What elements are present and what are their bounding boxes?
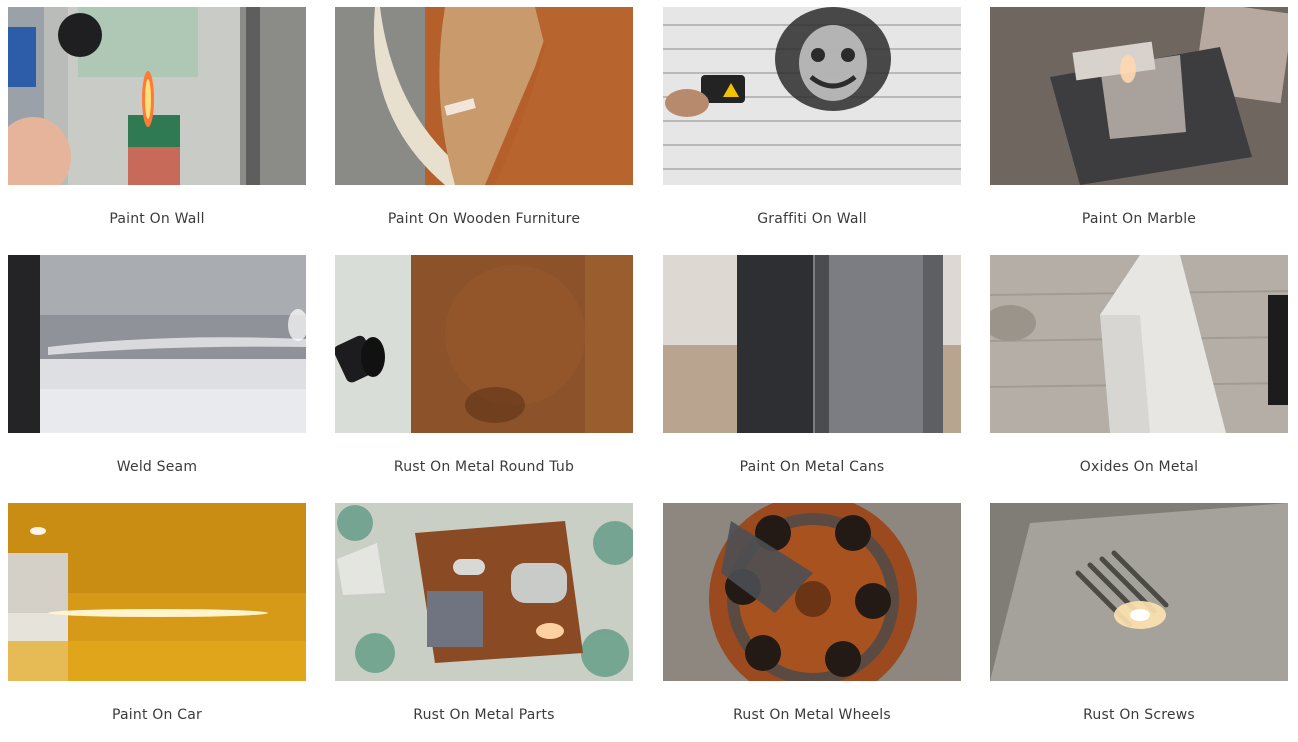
gallery-caption: Rust On Metal Round Tub [393,459,575,475]
gallery-image-graffiti-on-wall[interactable] [663,7,961,185]
laser-cleaning-gallery: Paint On Wall Paint On Wooden Furniture [0,0,1298,742]
gallery-image-weld-seam[interactable] [8,255,306,433]
gallery-image-rust-on-metal-round-tub[interactable] [335,255,633,433]
gallery-caption: Paint On Car [112,707,202,723]
gallery-caption: Graffiti On Wall [757,211,867,227]
gallery-caption: Rust On Metal Parts [413,707,555,723]
gallery-image-rust-on-metal-wheels[interactable] [663,503,961,681]
gallery-caption: Weld Seam [116,459,198,475]
gallery-image-rust-on-metal-parts[interactable] [335,503,633,681]
gallery-image-paint-on-car[interactable] [8,503,306,681]
gallery-image-oxides-on-metal[interactable] [990,255,1288,433]
gallery-caption: Rust On Screws [1083,707,1195,723]
gallery-image-paint-on-wall[interactable] [8,7,306,185]
gallery-image-paint-on-wooden-furniture[interactable] [335,7,633,185]
gallery-image-paint-on-metal-cans[interactable] [663,255,961,433]
gallery-caption: Oxides On Metal [1079,459,1199,475]
gallery-caption: Paint On Wooden Furniture [387,211,581,227]
gallery-caption: Paint On Marble [1081,211,1197,227]
gallery-image-paint-on-marble[interactable] [990,7,1288,185]
gallery-caption: Rust On Metal Wheels [733,707,891,723]
gallery-image-rust-on-screws[interactable] [990,503,1288,681]
gallery-caption: Paint On Metal Cans [739,459,885,475]
gallery-caption: Paint On Wall [109,211,205,227]
